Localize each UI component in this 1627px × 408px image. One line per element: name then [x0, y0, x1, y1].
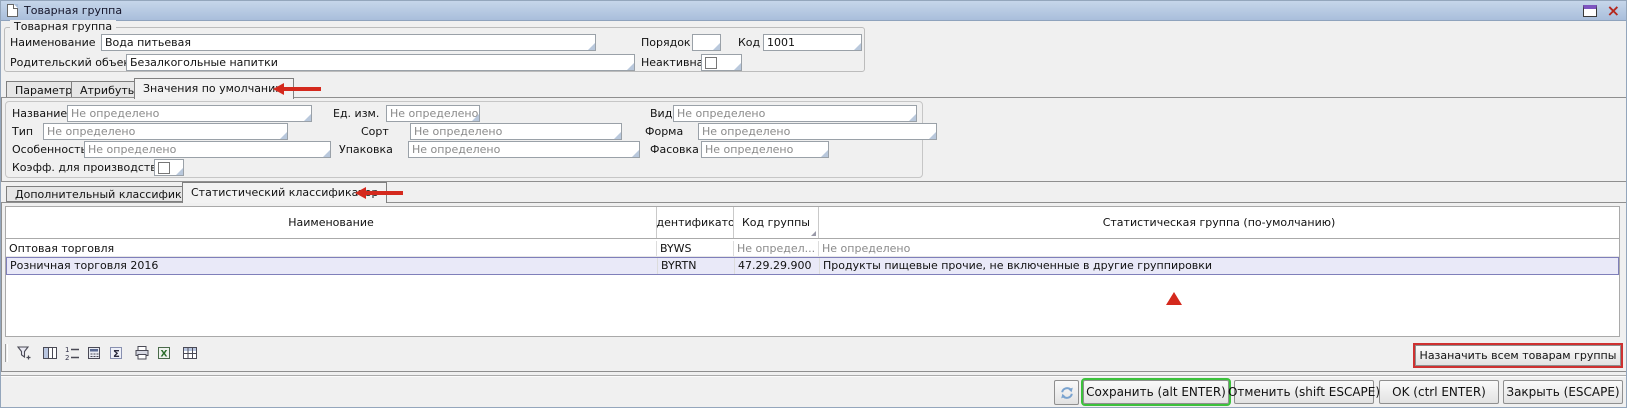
print-icon[interactable] [132, 344, 151, 362]
column-header-group-code[interactable]: Код группы [734, 207, 819, 238]
grid-settings-icon[interactable] [180, 344, 199, 362]
nazvanie-field[interactable]: Не определено [67, 105, 312, 122]
default-values-panel: Название Не определено Ед. изм. Не опред… [5, 101, 923, 178]
window-title: Товарная группа [24, 4, 122, 17]
assign-to-all-products-button[interactable]: Назаначить всем товарам группы [1415, 345, 1621, 366]
code-field[interactable]: 1001 [763, 34, 862, 51]
annotation-arrow-selected-row [1166, 279, 1190, 292]
svg-text:Σ: Σ [113, 349, 120, 360]
classifier-table: Наименование Идентификатор Код группы Ст… [5, 206, 1620, 337]
field-label: Тип [12, 125, 33, 138]
export-excel-icon[interactable]: X [154, 344, 173, 362]
maximize-button[interactable] [1583, 5, 1597, 17]
field-label: Ед. изм. [333, 107, 379, 120]
table-header-row: Наименование Идентификатор Код группы Ст… [6, 207, 1619, 239]
calculator-icon[interactable] [84, 344, 103, 362]
assign-button-highlight: Назаначить всем товарам группы [1413, 343, 1623, 368]
product-group-box: Товарная группа Наименование Вода питьев… [4, 27, 865, 72]
column-header-identifier[interactable]: Идентификатор [657, 207, 734, 238]
cell-name[interactable]: Розничная торговля 2016 [7, 258, 658, 274]
cell-identifier[interactable]: BYRTN [658, 258, 735, 274]
tab-default-values[interactable]: Значения по умолчанию [134, 78, 294, 99]
upakovka-field[interactable]: Не определено [408, 141, 640, 158]
default-values-page: Название Не определено Ед. изм. Не опред… [1, 97, 1627, 182]
refresh-icon [1059, 385, 1075, 401]
cell-name[interactable]: Оптовая торговля [6, 241, 657, 256]
columns-icon[interactable] [40, 344, 59, 362]
coeff-checkbox-field[interactable] [154, 159, 184, 176]
svg-text:2: 2 [65, 354, 69, 361]
parent-field[interactable]: Безалкогольные напитки [126, 54, 635, 71]
inactive-checkbox[interactable] [705, 57, 717, 69]
table-row-selected[interactable]: Розничная торговля 2016 BYRTN 47.29.29.9… [6, 257, 1619, 275]
field-label: Название [12, 107, 67, 120]
titlebar: Товарная группа × [1, 1, 1626, 21]
ed-izm-field[interactable]: Не определено [386, 105, 480, 122]
ok-button[interactable]: OK (ctrl ENTER) [1379, 380, 1499, 404]
document-icon [7, 4, 18, 17]
column-header-name[interactable]: Наименование [6, 207, 657, 238]
order-label: Порядок [641, 36, 691, 49]
close-button[interactable]: × [1607, 5, 1620, 17]
annotation-arrow-tab-defaults [273, 83, 321, 96]
statistical-classifier-page: Наименование Идентификатор Код группы Ст… [1, 202, 1627, 372]
svg-text:X: X [160, 350, 167, 360]
field-label: Вид [650, 107, 672, 120]
field-label: Упаковка [339, 143, 393, 156]
filter-icon[interactable] [14, 344, 33, 362]
field-label: Форма [645, 125, 683, 138]
parent-label: Родительский объект [10, 56, 136, 69]
save-button[interactable]: Сохранить (alt ENTER) [1083, 380, 1229, 404]
coeff-checkbox[interactable] [158, 162, 170, 174]
table-row[interactable]: Оптовая торговля BYWS Не определ... Не о… [6, 241, 1619, 257]
inactive-checkbox-field[interactable] [701, 54, 742, 71]
numbering-icon[interactable]: 12 [62, 344, 81, 362]
name-label: Наименование [10, 36, 95, 49]
cell-stat-group[interactable]: Продукты пищевые прочие, не включенные в… [820, 258, 1618, 274]
toolbar-grip [5, 344, 8, 362]
cell-group-code[interactable]: 47.29.29.900 [735, 258, 820, 274]
osobennost-field[interactable]: Не определено [84, 141, 331, 158]
cell-group-code[interactable]: Не определ... [734, 241, 819, 256]
annotation-arrow-tab-statistical [355, 187, 403, 200]
product-group-dialog: Товарная группа × Товарная группа Наимен… [0, 0, 1627, 408]
cancel-button[interactable]: Отменить (shift ESCAPE) [1234, 380, 1374, 404]
tip-field[interactable]: Не определено [43, 123, 288, 140]
sum-icon[interactable]: Σ [106, 344, 125, 362]
code-label: Код [738, 36, 760, 49]
field-label: Особенность [12, 143, 87, 156]
forma-field[interactable]: Не определено [698, 123, 937, 140]
table-toolbar: 12 Σ X [5, 343, 199, 363]
field-label: Сорт [361, 125, 389, 138]
group-box-label: Товарная группа [10, 20, 116, 33]
field-label: Фасовка [650, 143, 699, 156]
order-field[interactable] [692, 34, 721, 51]
refresh-button[interactable] [1054, 380, 1079, 405]
name-field[interactable]: Вода питьевая [101, 34, 596, 51]
vid-field[interactable]: Не определено [673, 105, 917, 122]
coeff-label: Коэфф. для производства [12, 161, 164, 174]
footer-separator [1, 375, 1627, 377]
fasovka-field[interactable]: Не определено [701, 141, 829, 158]
svg-text:1: 1 [65, 346, 69, 354]
cell-stat-group[interactable]: Не определено [819, 241, 1619, 256]
sort-field[interactable]: Не определено [410, 123, 622, 140]
cell-identifier[interactable]: BYWS [657, 241, 734, 256]
column-header-stat-group[interactable]: Статистическая группа (по-умолчанию) [819, 207, 1619, 238]
inactive-label: Неактивная [641, 56, 710, 69]
close-dialog-button[interactable]: Закрыть (ESCAPE) [1503, 380, 1623, 404]
